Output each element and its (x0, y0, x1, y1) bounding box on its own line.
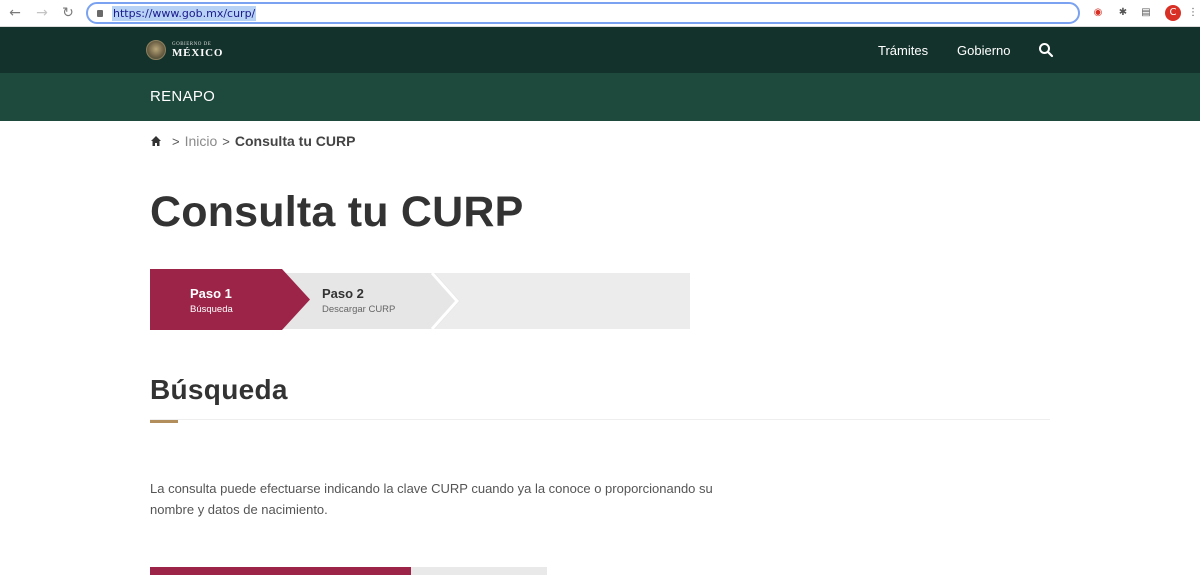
breadcrumb-inicio[interactable]: Inicio (185, 133, 218, 149)
step-1[interactable]: Paso 1 Búsqueda (190, 286, 233, 315)
browser-toolbar: ← → ↻ https://www.gob.mx/curp/ ◉ ✱ ▤ C ⋮ (0, 0, 1200, 27)
tab-inactive[interactable] (411, 567, 547, 575)
section-divider (150, 419, 1050, 420)
back-arrow-icon[interactable]: ← (6, 4, 24, 22)
page-title: Consulta tu CURP (150, 188, 524, 236)
national-seal-icon (146, 40, 166, 60)
menu-dots-icon[interactable]: ⋮ (1188, 5, 1198, 21)
nav-link-tramites[interactable]: Trámites (878, 43, 928, 58)
breadcrumb-separator: > (172, 133, 180, 149)
step-1-title: Paso 1 (190, 286, 232, 301)
puzzle-icon[interactable]: ✱ (1115, 5, 1131, 21)
section-accent-bar (150, 420, 178, 423)
section-description: La consulta puede efectuarse indicando l… (150, 481, 713, 517)
stepper: Paso 1 Búsqueda Paso 2 Descargar CURP (150, 269, 690, 330)
search-icon[interactable] (1038, 42, 1054, 58)
address-bar[interactable]: https://www.gob.mx/curp/ (86, 2, 1080, 24)
reading-list-icon[interactable]: ▤ (1138, 5, 1154, 21)
step-2-title: Paso 2 (322, 286, 364, 301)
section-title: Búsqueda (150, 374, 288, 405)
lock-icon (97, 10, 103, 17)
tab-active[interactable] (150, 567, 411, 575)
gov-header: GOBIERNO DE MÉXICO Trámites Gobierno (0, 27, 1200, 73)
nav-link-gobierno[interactable]: Gobierno (957, 43, 1010, 58)
breadcrumb-separator: > (222, 133, 230, 149)
step-2[interactable]: Paso 2 Descargar CURP (322, 286, 395, 315)
subheader-title[interactable]: RENAPO (150, 88, 215, 105)
profile-avatar-icon[interactable]: C (1165, 5, 1181, 21)
breadcrumb-current: Consulta tu CURP (234, 133, 356, 149)
forward-arrow-icon[interactable]: → (33, 4, 51, 22)
gob-mx-logo[interactable]: GOBIERNO DE MÉXICO (146, 39, 223, 61)
step-1-subtitle: Búsqueda (190, 304, 233, 315)
logo-small-text: GOBIERNO DE (172, 41, 212, 47)
step-2-subtitle: Descargar CURP (322, 304, 396, 315)
logo-big-text: MÉXICO (172, 46, 224, 59)
renapo-subheader: RENAPO (0, 73, 1200, 121)
address-bar-url[interactable]: https://www.gob.mx/curp/ (112, 6, 257, 21)
home-icon[interactable] (150, 135, 162, 147)
extension-icon[interactable]: ◉ (1090, 5, 1106, 21)
reload-icon[interactable]: ↻ (59, 4, 77, 22)
breadcrumb: > Inicio > Consulta tu CURP (150, 133, 355, 149)
